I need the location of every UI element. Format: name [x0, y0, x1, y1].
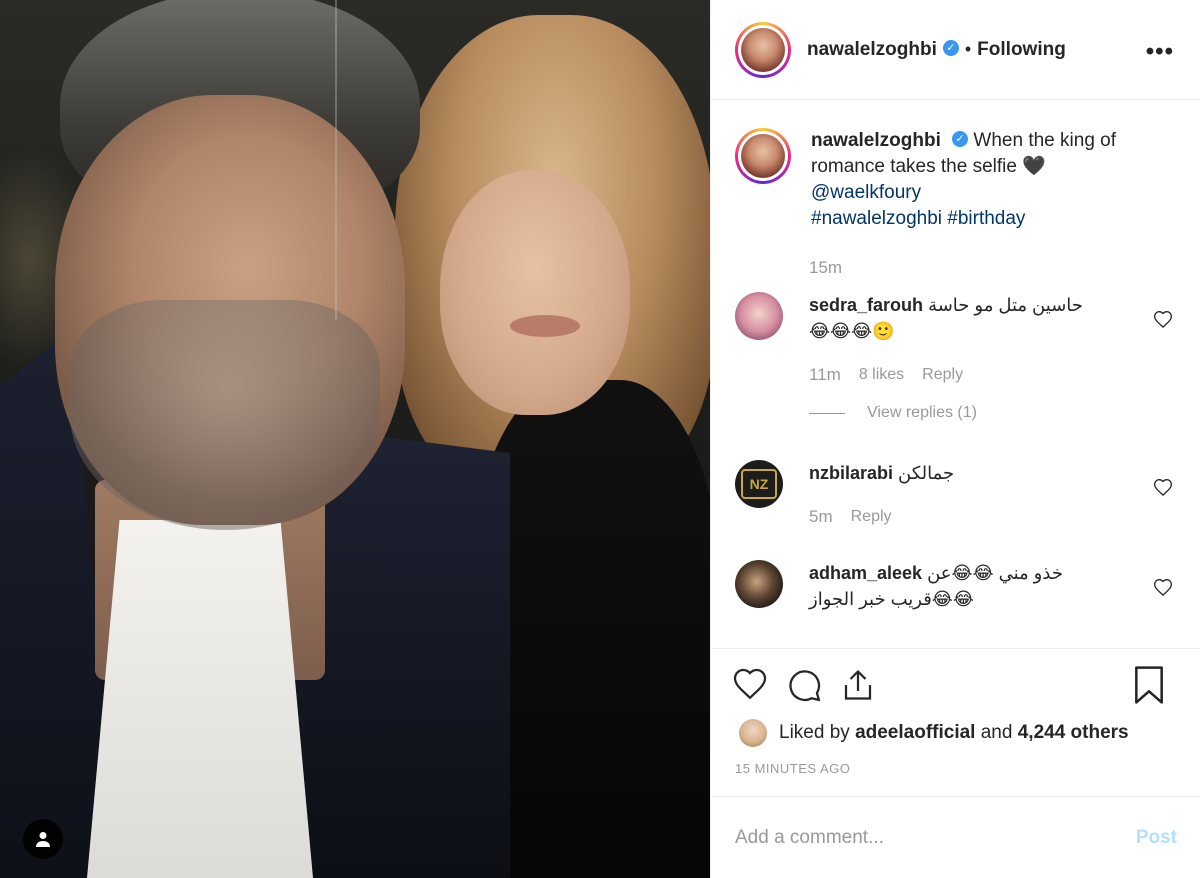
verified-icon: ✓ — [942, 39, 959, 56]
liker-avatar[interactable] — [739, 719, 767, 747]
avatar[interactable] — [735, 560, 783, 608]
comment-emoji: 😂😂😂🙂 — [809, 321, 895, 341]
comment-bubble-icon[interactable] — [785, 667, 823, 703]
comment-body: nzbilarabi جمالكن 5m Reply — [809, 460, 1129, 530]
caption-username[interactable]: nawalelzoghbi — [811, 130, 941, 151]
post-actions: Liked by adeelaofficial and 4,244 others… — [711, 648, 1200, 776]
replies-divider — [809, 412, 845, 414]
reply-button[interactable]: Reply — [851, 504, 892, 530]
reply-button[interactable]: Reply — [922, 362, 963, 388]
photo-woman-lips — [510, 315, 580, 337]
liked-by-prefix: Liked by — [779, 722, 850, 743]
avatar[interactable]: NZ — [735, 460, 783, 508]
heart-icon[interactable] — [1153, 478, 1173, 498]
heart-icon[interactable] — [1153, 578, 1173, 598]
likes-summary: Liked by adeelaofficial and 4,244 others — [731, 719, 1181, 747]
verified-icon: ✓ — [952, 130, 969, 147]
comment-body: adham_aleek خذو مني 😂😂عن 😂😂قريب خبر الجو… — [809, 560, 1129, 612]
header-username[interactable]: nawalelzoghbi — [807, 39, 937, 61]
comment-username[interactable]: adham_aleek — [809, 563, 922, 583]
user-icon — [36, 832, 50, 847]
caption-hashtags[interactable]: #nawalelzoghbi #birthday — [811, 208, 1025, 229]
following-button[interactable]: Following — [977, 39, 1066, 61]
liked-by-user[interactable]: adeelaofficial — [855, 722, 975, 744]
more-options-icon[interactable]: ••• — [1146, 38, 1174, 66]
photo-man-beard — [70, 300, 380, 530]
list-item: sedra_farouh حاسين متل مو حاسة 😂😂😂🙂 11m … — [735, 292, 1177, 426]
photo-man-shirt — [85, 520, 315, 878]
add-comment-bar: Post — [711, 796, 1200, 878]
list-item: NZ nzbilarabi جمالكن 5m Reply — [735, 460, 1177, 530]
avatar[interactable] — [735, 292, 783, 340]
comment-time: 11m — [809, 365, 841, 384]
caption-mention[interactable]: @waelkfoury — [811, 182, 921, 203]
comment-time: 5m — [809, 507, 833, 526]
bookmark-icon[interactable] — [1133, 666, 1165, 704]
view-replies-label[interactable]: View replies (1) — [867, 400, 977, 426]
caption-text-block: nawalelzoghbi ✓ When the king of romance… — [811, 128, 1141, 232]
caption-time: 15m — [809, 258, 843, 277]
comment-meta: 11m 8 likes Reply — [809, 362, 1129, 388]
post-timestamp[interactable]: 15 MINUTES AGO — [735, 761, 1181, 776]
post-side-panel: nawalelzoghbi ✓ • Following ••• nawalelz… — [710, 0, 1200, 878]
comment-text: خذو مني 😂😂عن — [927, 563, 1063, 583]
liked-by-count[interactable]: 4,244 others — [1018, 722, 1129, 744]
post-button[interactable]: Post — [1136, 827, 1177, 849]
comment-username[interactable]: nzbilarabi — [809, 463, 893, 483]
tagged-users-button[interactable] — [23, 819, 63, 859]
post-header: nawalelzoghbi ✓ • Following ••• — [711, 0, 1200, 100]
heart-icon[interactable] — [1153, 310, 1173, 330]
photo-hair-strand — [335, 0, 337, 320]
list-item: adham_aleek خذو مني 😂😂عن 😂😂قريب خبر الجو… — [735, 560, 1177, 612]
separator-dot: • — [964, 39, 972, 59]
post-photo[interactable] — [0, 0, 710, 878]
comment-meta: 5m Reply — [809, 504, 1129, 530]
caption-avatar[interactable] — [735, 128, 791, 184]
comment-username[interactable]: sedra_farouh — [809, 295, 923, 315]
comment-input[interactable] — [735, 826, 1136, 849]
action-icons — [731, 665, 1181, 705]
comment-text-line2: 😂😂قريب خبر الجواز — [809, 589, 974, 609]
caption: nawalelzoghbi ✓ When the king of romance… — [735, 128, 1177, 232]
comment-likes[interactable]: 8 likes — [859, 362, 904, 388]
share-icon[interactable] — [839, 667, 877, 703]
comments-list[interactable]: nawalelzoghbi ✓ When the king of romance… — [711, 100, 1200, 648]
view-replies[interactable]: View replies (1) — [809, 400, 1129, 426]
like-heart-icon[interactable] — [731, 667, 769, 703]
comment-body: sedra_farouh حاسين متل مو حاسة 😂😂😂🙂 11m … — [809, 292, 1129, 426]
avatar[interactable] — [735, 21, 791, 78]
photo-woman-face — [440, 170, 630, 415]
comment-text: حاسين متل مو حاسة — [928, 295, 1083, 315]
liked-by-and: and — [980, 722, 1013, 743]
comment-text: جمالكن — [898, 463, 955, 483]
nz-logo: NZ — [741, 469, 777, 499]
